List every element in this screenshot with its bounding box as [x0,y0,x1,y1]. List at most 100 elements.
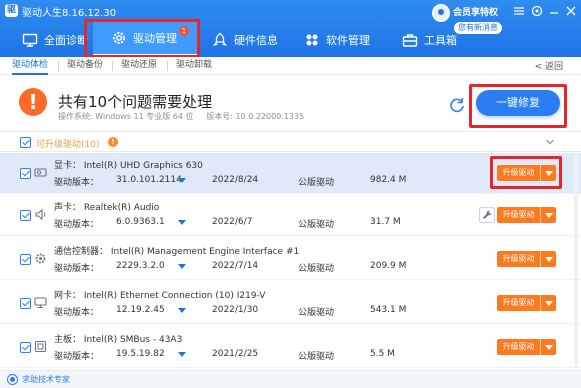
upgrade-driver-button[interactable]: 升级驱动 [497,251,556,267]
driver-date: 2021/2/25 [212,349,259,359]
back-link[interactable]: < 返回 [535,59,563,72]
driver-type: 公版驱动 [298,178,335,188]
group-checkbox[interactable] [20,137,31,148]
tab-label: 驱动管理 [133,32,177,45]
driver-size: 31.7 M [370,217,401,227]
version-label: 驱动版本： [54,308,100,318]
tab-toolbox[interactable]: 工具箱 [396,22,463,57]
upgrade-driver-button[interactable]: 升级驱动 [497,339,556,355]
driver-row[interactable]: 通信控制器： Intel(R) Management Engine Interf… [0,239,581,280]
driver-type: 公版驱动 [298,308,335,318]
upgrade-driver-button[interactable]: 升级驱动 [497,207,556,223]
driver-version: 31.0.101.2114 [116,175,182,185]
tab-hardware-info[interactable]: 硬件信息 [206,22,284,57]
graphics-card-icon [34,168,47,177]
version-dropdown-icon[interactable] [178,308,186,313]
device-line: 网卡： Intel(R) Ethernet Connection (10) I2… [54,288,265,301]
row-checkbox[interactable] [20,342,31,353]
driver-version: 12.19.2.45 [116,305,165,315]
upgrade-driver-button[interactable]: 升级驱动 [497,165,556,181]
upgrade-options-icon[interactable] [540,251,556,267]
device-name: Intel(R) SMBus - 43A3 [83,335,183,345]
tab-software-management[interactable]: 软件管理 [298,22,376,57]
wrench-icon[interactable] [479,207,495,223]
driver-type: 公版驱动 [298,220,335,230]
driver-type: 公版驱动 [298,264,335,274]
divider [112,61,113,71]
version-label: 版本号: [206,112,233,121]
device-category: 显卡： [54,161,82,171]
driver-date: 2022/1/30 [212,305,259,315]
driver-date: 2022/8/24 [212,175,259,185]
version-dropdown-icon[interactable] [178,220,186,225]
subtab-driver-backup[interactable]: 驱动备份 [67,57,103,75]
driver-size: 543.1 M [370,305,407,315]
device-category: 声卡： [54,203,82,213]
upgrade-options-icon[interactable] [540,165,556,181]
device-name: Intel(R) Management Engine Interface #1 [110,247,300,257]
avatar[interactable] [432,4,450,22]
tab-driver-management[interactable]: 驱动管理 1 [93,22,197,57]
version-label: 驱动版本： [54,352,100,362]
device-line: 声卡： Realtek(R) Audio [54,200,159,213]
one-click-fix-button[interactable]: 一键修复 [476,90,560,116]
version-label: 驱动版本： [54,264,100,274]
support-icon[interactable] [7,374,18,385]
version-dropdown-icon[interactable] [178,264,186,269]
help-expert-link[interactable]: 求助技术专家 [22,374,70,385]
upgrade-options-icon[interactable] [540,339,556,355]
row-checkbox[interactable] [20,210,31,221]
device-name: Intel(R) UHD Graphics 630 [83,161,203,171]
upgrade-driver-button[interactable]: 升级驱动 [497,295,556,311]
driver-row[interactable]: 网卡： Intel(R) Ethernet Connection (10) I2… [0,283,581,324]
subtab-driver-restore[interactable]: 驱动还原 [121,57,157,75]
driver-date: 2022/7/14 [212,261,259,271]
upgrade-options-icon[interactable] [540,295,556,311]
upgrade-label: 升级驱动 [502,210,535,219]
rocket-icon [213,32,227,46]
row-checkbox[interactable] [20,298,31,309]
sub-tabs: 驱动体检 驱动备份 驱动还原 驱动卸载 < 返回 [0,57,581,75]
vip-label[interactable]: 会员享特权 [453,5,498,18]
divider [167,61,168,71]
group-label: 可升级驱动(10) [36,140,100,150]
warning-icon: ! [19,88,47,116]
version-dropdown-icon[interactable] [178,178,186,183]
scrollbar[interactable] [574,152,578,367]
subtab-driver-check[interactable]: 驱动体检 [12,57,49,75]
driver-type: 公版驱动 [298,352,335,362]
network-card-icon [34,297,47,309]
tab-label: 硬件信息 [234,33,278,47]
version-label: 驱动版本： [54,220,100,230]
settings-icon[interactable] [529,3,545,19]
system-info: 操作系统: Windows 11 专业版 64 位 版本号: 10.0.2200… [58,111,304,122]
device-line: 主板： Intel(R) SMBus - 43A3 [54,332,182,345]
info-icon: ! [108,137,118,147]
upgrade-options-icon[interactable] [540,207,556,223]
device-line: 通信控制器： Intel(R) Management Engine Interf… [54,244,299,257]
subtab-driver-uninstall[interactable]: 驱动卸载 [176,57,212,75]
version-dropdown-icon[interactable] [178,352,186,357]
tab-label: 工具箱 [424,33,457,47]
row-checkbox[interactable] [20,168,31,179]
row-checkbox[interactable] [20,254,31,265]
minimize-icon[interactable] [546,3,562,19]
refresh-icon[interactable] [448,96,466,114]
driver-row[interactable]: 显卡： Intel(R) UHD Graphics 630 驱动版本： 31.0… [0,153,581,194]
footer-bar: 求助技术专家 [0,370,581,388]
close-icon[interactable] [563,3,579,19]
driver-row[interactable]: 主板： Intel(R) SMBus - 43A3 驱动版本： 19.5.19.… [0,327,581,368]
menu-icon[interactable] [511,3,527,19]
driver-size: 982.4 M [370,175,407,185]
chevron-down-icon[interactable] [545,137,555,147]
driver-date: 2022/6/7 [212,217,253,227]
tab-full-diagnosis[interactable]: 全面诊断 [16,22,94,57]
driver-version: 2229.3.2.0 [116,261,165,271]
driver-row[interactable]: 声卡： Realtek(R) Audio 驱动版本： 6.0.9363.1 20… [0,195,581,236]
monitor-icon [22,33,38,47]
upgrade-label: 升级驱动 [502,168,535,177]
upgradable-group-header: 可升级驱动(10) ! [0,133,581,152]
controller-gear-icon [35,253,46,264]
notification-badge: 1 [179,26,189,36]
version-label: 驱动版本： [54,178,100,188]
